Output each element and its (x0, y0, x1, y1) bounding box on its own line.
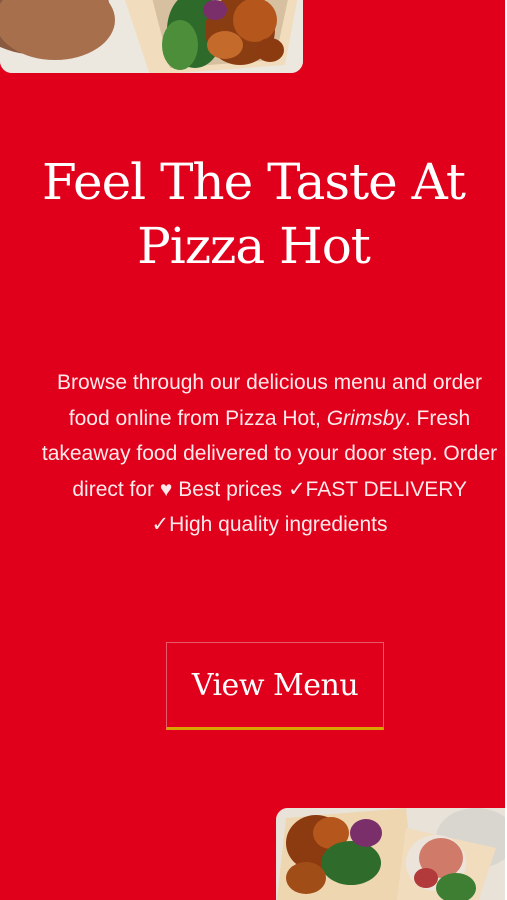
feature-fast-delivery: FAST DELIVERY (305, 477, 467, 501)
heart-icon: ♥ (159, 477, 173, 501)
description-text: Best prices (178, 477, 283, 501)
page-title: Feel The Taste At Pizza Hot (42, 153, 466, 275)
food-image-wrap-bottom (276, 808, 507, 900)
check-icon: ✓ (287, 477, 306, 501)
view-menu-button[interactable]: View Menu (166, 642, 384, 730)
location-name: Grimsby (326, 406, 405, 430)
food-photo-bottom (276, 808, 507, 900)
feature-quality-ingredients: High quality ingredients (169, 513, 388, 536)
hero-section: Feel The Taste At Pizza Hot Browse throu… (0, 0, 507, 900)
hero-description: Browse through our delicious menu and or… (40, 365, 499, 543)
food-image-wrap-top (0, 0, 303, 73)
check-icon: ✓ (151, 513, 170, 536)
food-photo-top (0, 0, 303, 73)
